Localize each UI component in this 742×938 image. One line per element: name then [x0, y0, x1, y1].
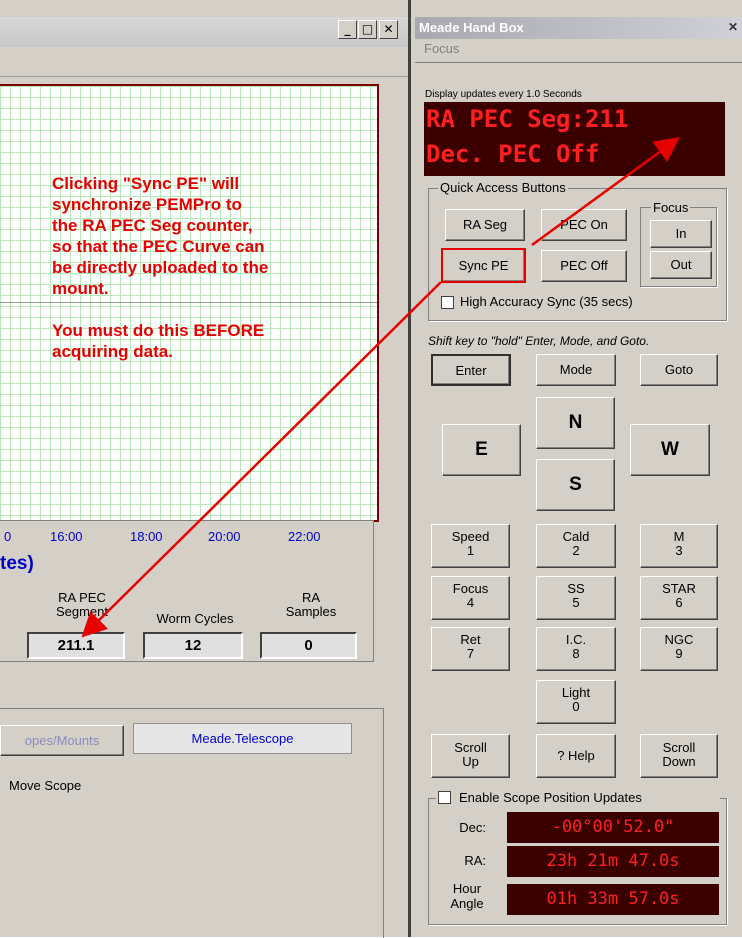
sync-pe-button[interactable]: Sync PE — [441, 248, 526, 283]
ra-pec-segment-value: 211.1 — [27, 632, 125, 659]
scroll-down-button[interactable]: Scroll Down — [640, 734, 718, 778]
west-button[interactable]: W — [630, 424, 710, 476]
divider — [415, 62, 742, 63]
keypad-6-button[interactable]: STAR 6 — [640, 576, 718, 620]
annotation-text: Clicking "Sync PE" will synchronize PEMP… — [52, 174, 269, 361]
focus-group-title: Focus — [651, 200, 691, 215]
handbox-lcd: RA PEC Seg:211 Dec. PEC Off — [424, 102, 725, 176]
toolbar-strip — [0, 48, 408, 77]
hand-box-title-bar: Meade Hand Box ✕ — [415, 17, 742, 39]
enable-updates-checkbox[interactable] — [438, 791, 451, 804]
pec-off-button[interactable]: PEC Off — [541, 250, 627, 282]
close-button[interactable]: ✕ — [379, 20, 398, 39]
x-tick: 16:00 — [50, 529, 83, 544]
keypad-3-button[interactable]: M3 — [640, 524, 718, 568]
keypad-4-button[interactable]: Focus 4 — [431, 576, 510, 620]
focus-out-button[interactable]: Out — [650, 251, 712, 279]
enable-updates-row: Enable Scope Position Updates — [436, 790, 720, 805]
worm-cycles-label: Worm Cycles — [156, 611, 234, 626]
x-tick: 22:00 — [288, 529, 321, 544]
help-button[interactable]: ? Help — [536, 734, 616, 778]
update-rate-text: Display updates every 1.0 Seconds — [425, 89, 582, 100]
keypad-5-button[interactable]: SS 5 — [536, 576, 616, 620]
ra-seg-button[interactable]: RA Seg — [445, 209, 525, 241]
keypad-1-button[interactable]: Speed 1 — [431, 524, 510, 568]
pec-on-button[interactable]: PEC On — [541, 209, 627, 241]
dec-readout: -00°00'52.0" — [507, 812, 719, 843]
south-button[interactable]: S — [536, 459, 615, 511]
ra-readout: 23h 21m 47.0s — [507, 846, 719, 877]
telescope-driver-field: Meade.Telescope — [133, 723, 352, 754]
hand-box-title: Meade Hand Box — [419, 20, 524, 35]
scopes-mounts-button[interactable]: opes/Mounts — [0, 725, 124, 756]
keypad-2-button[interactable]: Cald 2 — [536, 524, 616, 568]
east-button[interactable]: E — [442, 424, 521, 476]
focus-menu[interactable]: Focus — [424, 41, 459, 56]
high-accuracy-label: High Accuracy Sync (35 secs) — [460, 294, 633, 309]
north-button[interactable]: N — [536, 397, 615, 449]
x-axis-title: tes) — [0, 553, 34, 574]
focus-in-button[interactable]: In — [650, 220, 712, 248]
quick-access-title: Quick Access Buttons — [438, 180, 568, 195]
x-tick: 0 — [4, 529, 12, 544]
maximize-button[interactable]: □ — [358, 20, 377, 39]
keypad-8-button[interactable]: I.C. 8 — [536, 627, 616, 671]
move-scope-label: Move Scope — [9, 778, 82, 793]
worm-cycles-value: 12 — [143, 632, 243, 659]
ra-pec-segment-label: RA PEC Segment — [55, 590, 109, 619]
lcd-line-1: RA PEC Seg:211 — [426, 105, 629, 133]
keypad-7-button[interactable]: Ret 7 — [431, 627, 510, 671]
hour-angle-label: Hour Angle — [450, 881, 484, 911]
shift-key-hint: Shift key to "hold" Enter, Mode, and Got… — [428, 334, 650, 348]
mode-button[interactable]: Mode — [536, 354, 616, 386]
enable-updates-label: Enable Scope Position Updates — [459, 790, 642, 805]
ra-label: RA: — [464, 853, 486, 868]
ra-samples-value: 0 — [260, 632, 357, 659]
hand-box-close-icon[interactable]: ✕ — [728, 20, 738, 34]
hour-angle-readout: 01h 33m 57.0s — [507, 884, 719, 915]
ra-samples-label: RA Samples — [285, 590, 337, 619]
scroll-up-button[interactable]: Scroll Up — [431, 734, 510, 778]
x-tick: 18:00 — [130, 529, 163, 544]
dec-label: Dec: — [459, 820, 486, 835]
minimize-button[interactable]: _ — [338, 20, 357, 39]
keypad-0-button[interactable]: Light 0 — [536, 680, 616, 724]
keypad-9-button[interactable]: NGC 9 — [640, 627, 718, 671]
goto-button[interactable]: Goto — [640, 354, 718, 386]
lcd-line-2: Dec. PEC Off — [426, 140, 600, 168]
high-accuracy-checkbox[interactable] — [441, 296, 454, 309]
enter-button[interactable]: Enter — [431, 354, 511, 386]
x-tick: 20:00 — [208, 529, 241, 544]
